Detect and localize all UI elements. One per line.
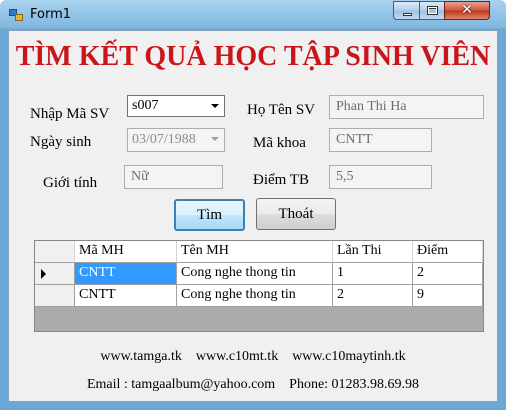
cell-subject-code[interactable]: CNTT xyxy=(75,263,177,285)
column-header-attempt[interactable]: Lần Thi xyxy=(333,241,413,263)
cell-subject-code[interactable]: CNTT xyxy=(75,285,177,307)
maximize-button[interactable] xyxy=(419,1,445,20)
cell-subject-name[interactable]: Cong nghe thong tin xyxy=(177,263,333,285)
close-button[interactable]: ✕ xyxy=(444,1,490,20)
column-header-score[interactable]: Điểm xyxy=(413,241,483,263)
dob-picker[interactable]: 03/07/1988 xyxy=(127,128,225,152)
cell-attempt[interactable]: 1 xyxy=(333,263,413,285)
results-grid[interactable]: Mã MH Tên MH Lần Thi Điểm CNTT Cong nghe… xyxy=(34,240,484,332)
column-header-subject-code[interactable]: Mã MH xyxy=(75,241,177,263)
cell-score[interactable]: 2 xyxy=(413,263,483,285)
cell-attempt[interactable]: 2 xyxy=(333,285,413,307)
gpa-field[interactable]: 5,5 xyxy=(329,165,432,189)
row-header[interactable] xyxy=(35,285,75,307)
app-icon[interactable] xyxy=(9,9,23,21)
chevron-down-icon[interactable] xyxy=(206,129,224,151)
minimize-button[interactable] xyxy=(393,1,420,20)
footer-contact: Email : tamgaalbum@yahoo.com Phone: 0128… xyxy=(86,377,420,392)
grid-header-row: Mã MH Tên MH Lần Thi Điểm xyxy=(35,241,483,263)
name-label: Họ Tên SV xyxy=(247,102,316,118)
gender-field[interactable]: Nữ xyxy=(124,165,223,189)
table-row[interactable]: CNTT Cong nghe thong tin 2 9 xyxy=(35,285,483,307)
search-button[interactable]: Tìm xyxy=(174,199,245,231)
dob-label: Ngày sinh xyxy=(30,134,92,150)
dob-value: 03/07/1988 xyxy=(132,132,196,147)
column-header-subject-name[interactable]: Tên MH xyxy=(177,241,333,263)
footer-links: www.tamga.tk www.c10mt.tk www.c10maytinh… xyxy=(100,349,406,364)
page-title: TÌM KẾT QUẢ HỌC TẬP SINH VIÊN xyxy=(15,41,491,72)
app-window: Form1 ✕ TÌM KẾT QUẢ HỌC TẬP SINH VIÊN Nh… xyxy=(0,0,506,410)
row-header[interactable] xyxy=(35,263,75,285)
gpa-label: Điểm TB xyxy=(253,172,309,188)
title-bar[interactable]: Form1 ✕ xyxy=(0,0,506,30)
current-row-arrow-icon xyxy=(41,269,46,279)
gender-label: Giới tính xyxy=(43,175,98,191)
faculty-field[interactable]: CNTT xyxy=(329,128,432,152)
faculty-label: Mã khoa xyxy=(253,135,306,151)
name-field[interactable]: Phan Thi Ha xyxy=(329,95,484,119)
student-id-label: Nhập Mã SV xyxy=(30,106,110,122)
chevron-down-icon[interactable] xyxy=(206,96,224,116)
student-id-value: s007 xyxy=(132,98,159,113)
cell-score[interactable]: 9 xyxy=(413,285,483,307)
form-client-area: TÌM KẾT QUẢ HỌC TẬP SINH VIÊN Nhập Mã SV… xyxy=(8,30,498,402)
exit-button[interactable]: Thoát xyxy=(256,198,336,230)
student-id-combobox[interactable]: s007 xyxy=(127,95,225,117)
minimize-icon xyxy=(403,13,412,16)
maximize-icon xyxy=(427,6,438,15)
close-icon: ✕ xyxy=(461,2,473,18)
table-row[interactable]: CNTT Cong nghe thong tin 1 2 xyxy=(35,263,483,285)
window-title: Form1 xyxy=(30,7,72,22)
cell-subject-name[interactable]: Cong nghe thong tin xyxy=(177,285,333,307)
grid-corner-header[interactable] xyxy=(35,241,75,263)
